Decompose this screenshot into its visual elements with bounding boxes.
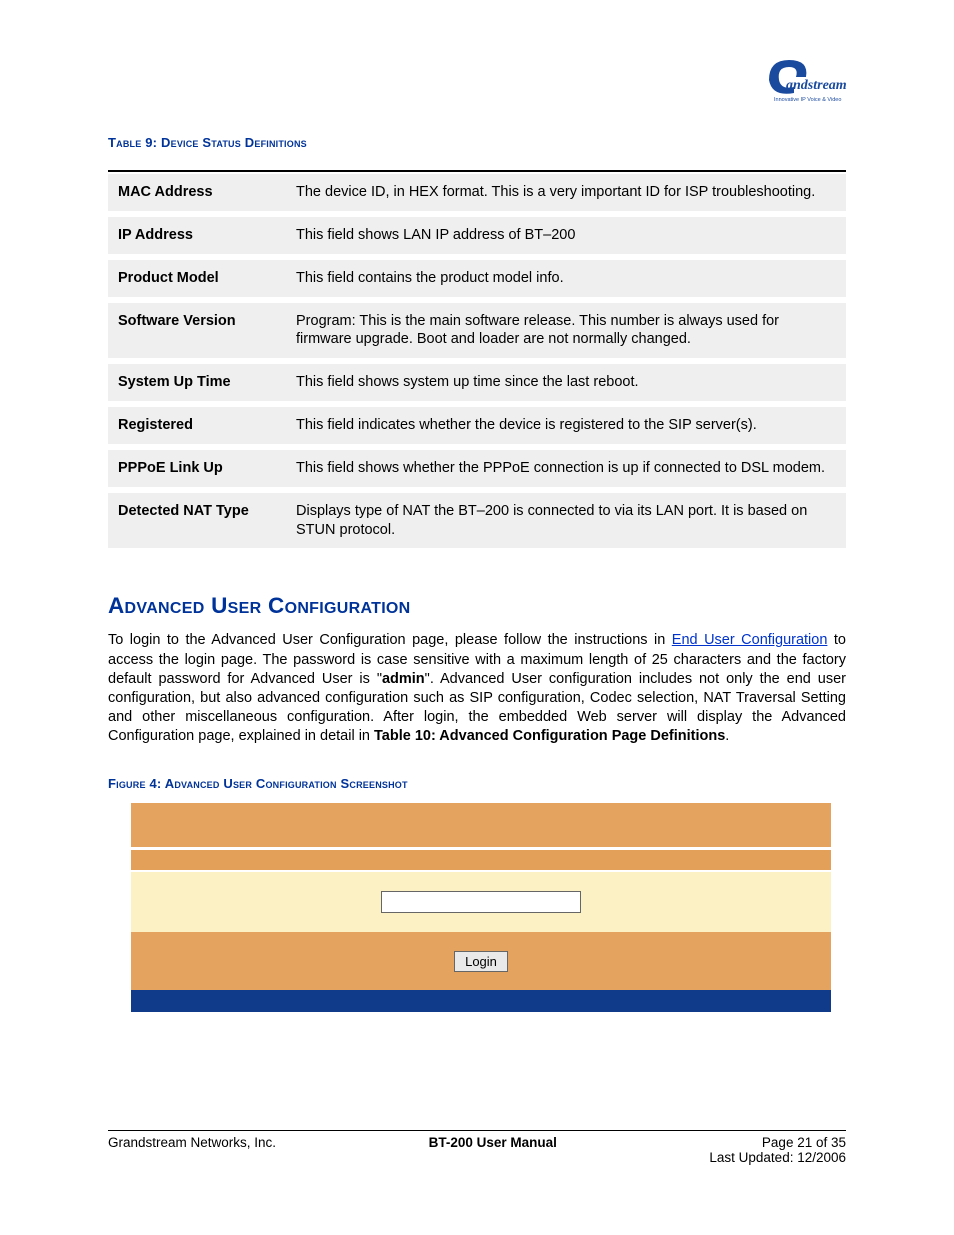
footer-page-number: Page 21 of 35 xyxy=(762,1135,846,1150)
login-button[interactable]: Login xyxy=(454,951,508,972)
row-label: IP Address xyxy=(108,214,286,257)
table-row: MAC AddressThe device ID, in HEX format.… xyxy=(108,174,846,214)
screenshot-input-row xyxy=(131,870,831,932)
row-desc: This field shows system up time since th… xyxy=(286,361,846,404)
text: . xyxy=(725,728,729,744)
bold-text: Table 10: Advanced Configuration Page De… xyxy=(374,728,725,744)
row-desc: This field indicates whether the device … xyxy=(286,404,846,447)
login-screenshot: Login xyxy=(131,803,831,1012)
section-paragraph: To login to the Advanced User Configurat… xyxy=(108,631,846,746)
row-desc: The device ID, in HEX format. This is a … xyxy=(286,174,846,214)
table-row: Detected NAT TypeDisplays type of NAT th… xyxy=(108,490,846,549)
table-row: Software VersionProgram: This is the mai… xyxy=(108,300,846,362)
device-status-table: MAC AddressThe device ID, in HEX format.… xyxy=(108,174,846,548)
row-desc: This field contains the product model in… xyxy=(286,257,846,300)
row-label: Registered xyxy=(108,404,286,447)
row-desc: Program: This is the main software relea… xyxy=(286,300,846,362)
end-user-config-link[interactable]: End User Configuration xyxy=(672,632,828,648)
table-row: IP AddressThis field shows LAN IP addres… xyxy=(108,214,846,257)
table-row: PPPoE Link UpThis field shows whether th… xyxy=(108,447,846,490)
row-label: Detected NAT Type xyxy=(108,490,286,549)
table-caption: Table 9: Device Status Definitions xyxy=(108,135,846,150)
svg-text:andstream: andstream xyxy=(786,78,847,93)
row-label: Software Version xyxy=(108,300,286,362)
footer-company: Grandstream Networks, Inc. xyxy=(108,1135,276,1165)
row-desc: This field shows LAN IP address of BT–20… xyxy=(286,214,846,257)
section-heading: Advanced User Configuration xyxy=(108,593,846,619)
footer-manual-title: BT-200 User Manual xyxy=(429,1135,557,1165)
footer-last-updated: Last Updated: 12/2006 xyxy=(709,1150,846,1165)
table-row: System Up TimeThis field shows system up… xyxy=(108,361,846,404)
row-desc: Displays type of NAT the BT–200 is conne… xyxy=(286,490,846,549)
screenshot-button-row: Login xyxy=(131,932,831,990)
row-label: System Up Time xyxy=(108,361,286,404)
screenshot-band xyxy=(131,803,831,847)
row-desc: This field shows whether the PPPoE conne… xyxy=(286,447,846,490)
password-input[interactable] xyxy=(381,891,581,913)
bold-text: admin xyxy=(382,671,425,687)
page-footer: Grandstream Networks, Inc. BT-200 User M… xyxy=(108,1130,846,1165)
screenshot-band xyxy=(131,990,831,1012)
text: To login to the Advanced User Configurat… xyxy=(108,632,672,648)
screenshot-band xyxy=(131,847,831,870)
table-row: Product ModelThis field contains the pro… xyxy=(108,257,846,300)
row-label: Product Model xyxy=(108,257,286,300)
brand-logo: andstream Innovative IP Voice & Video xyxy=(754,45,854,105)
table-row: RegisteredThis field indicates whether t… xyxy=(108,404,846,447)
figure-caption: Figure 4: Advanced User Configuration Sc… xyxy=(108,776,846,791)
row-label: MAC Address xyxy=(108,174,286,214)
row-label: PPPoE Link Up xyxy=(108,447,286,490)
svg-text:Innovative IP Voice & Video: Innovative IP Voice & Video xyxy=(774,97,841,103)
